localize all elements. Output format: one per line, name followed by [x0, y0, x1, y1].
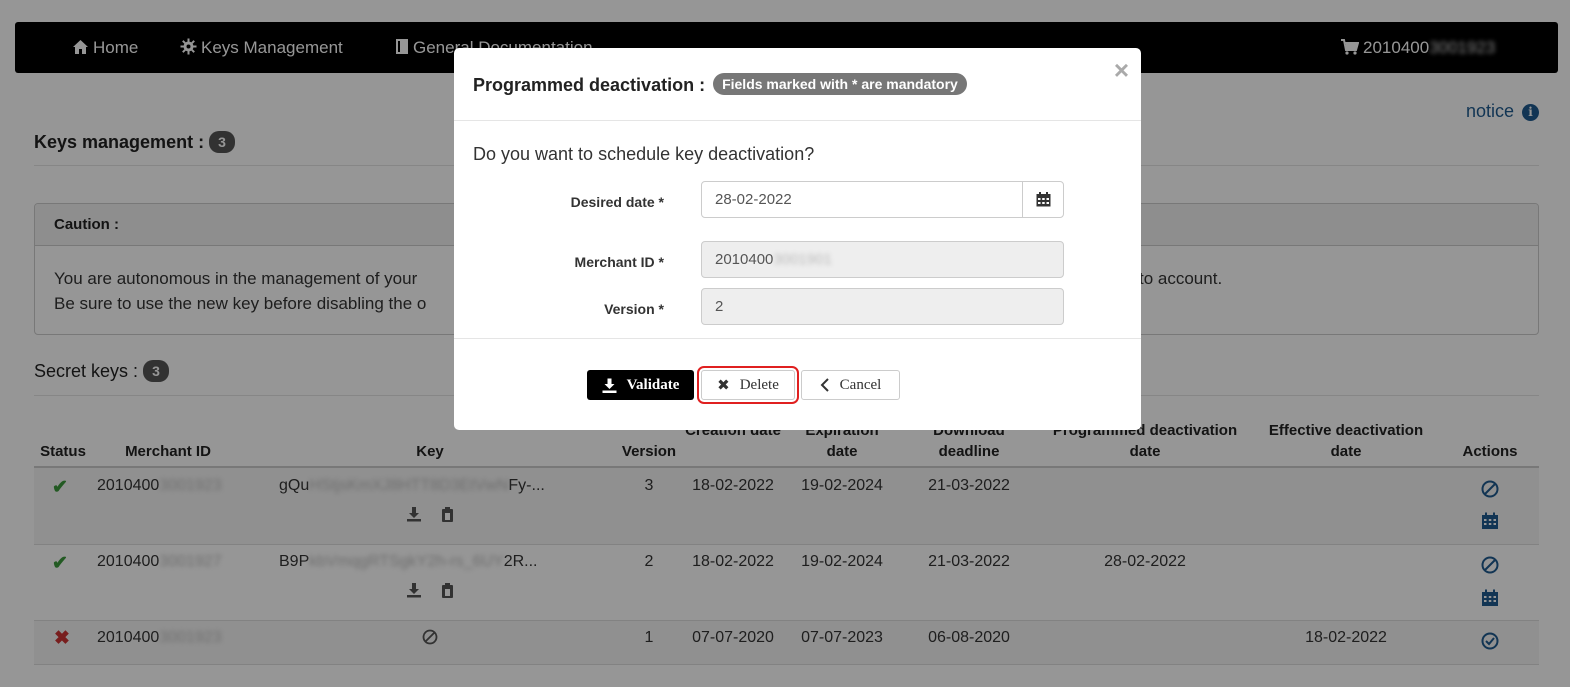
modal-question: Do you want to schedule key deactivation…: [473, 144, 815, 164]
date-picker-button[interactable]: [1022, 181, 1064, 218]
version-field: 2: [701, 288, 1064, 325]
modal-title: Programmed deactivation : Fields marked …: [473, 73, 967, 96]
download-icon: [602, 378, 617, 393]
merchant-id-visible: 2010400: [715, 251, 774, 268]
delete-button[interactable]: ✖ Delete: [697, 366, 799, 404]
modal-header-divider: [454, 120, 1141, 121]
validate-label: Validate: [626, 376, 680, 393]
cancel-label: Cancel: [839, 376, 882, 393]
merchant-id-blurred: 3001901: [773, 251, 832, 268]
close-icon[interactable]: ×: [1114, 57, 1129, 83]
modal-footer-divider: [454, 338, 1141, 339]
validate-button[interactable]: Validate: [587, 370, 694, 400]
merchant-id-label: Merchant ID *: [574, 254, 664, 270]
version-label: Version *: [604, 301, 664, 317]
desired-date-input[interactable]: 28-02-2022: [701, 181, 1023, 218]
chevron-left-icon: [820, 378, 829, 392]
programmed-deactivation-modal: Programmed deactivation : Fields marked …: [454, 48, 1141, 430]
delete-label: Delete: [739, 376, 779, 393]
desired-date-label: Desired date *: [570, 194, 664, 210]
mandatory-badge: Fields marked with * are mandatory: [713, 73, 967, 95]
times-icon: ✖: [717, 376, 730, 394]
calendar-icon: [1036, 192, 1050, 207]
merchant-id-field: 20104003001901: [701, 241, 1064, 278]
cancel-button[interactable]: Cancel: [801, 370, 900, 400]
modal-title-text: Programmed deactivation :: [473, 75, 706, 95]
